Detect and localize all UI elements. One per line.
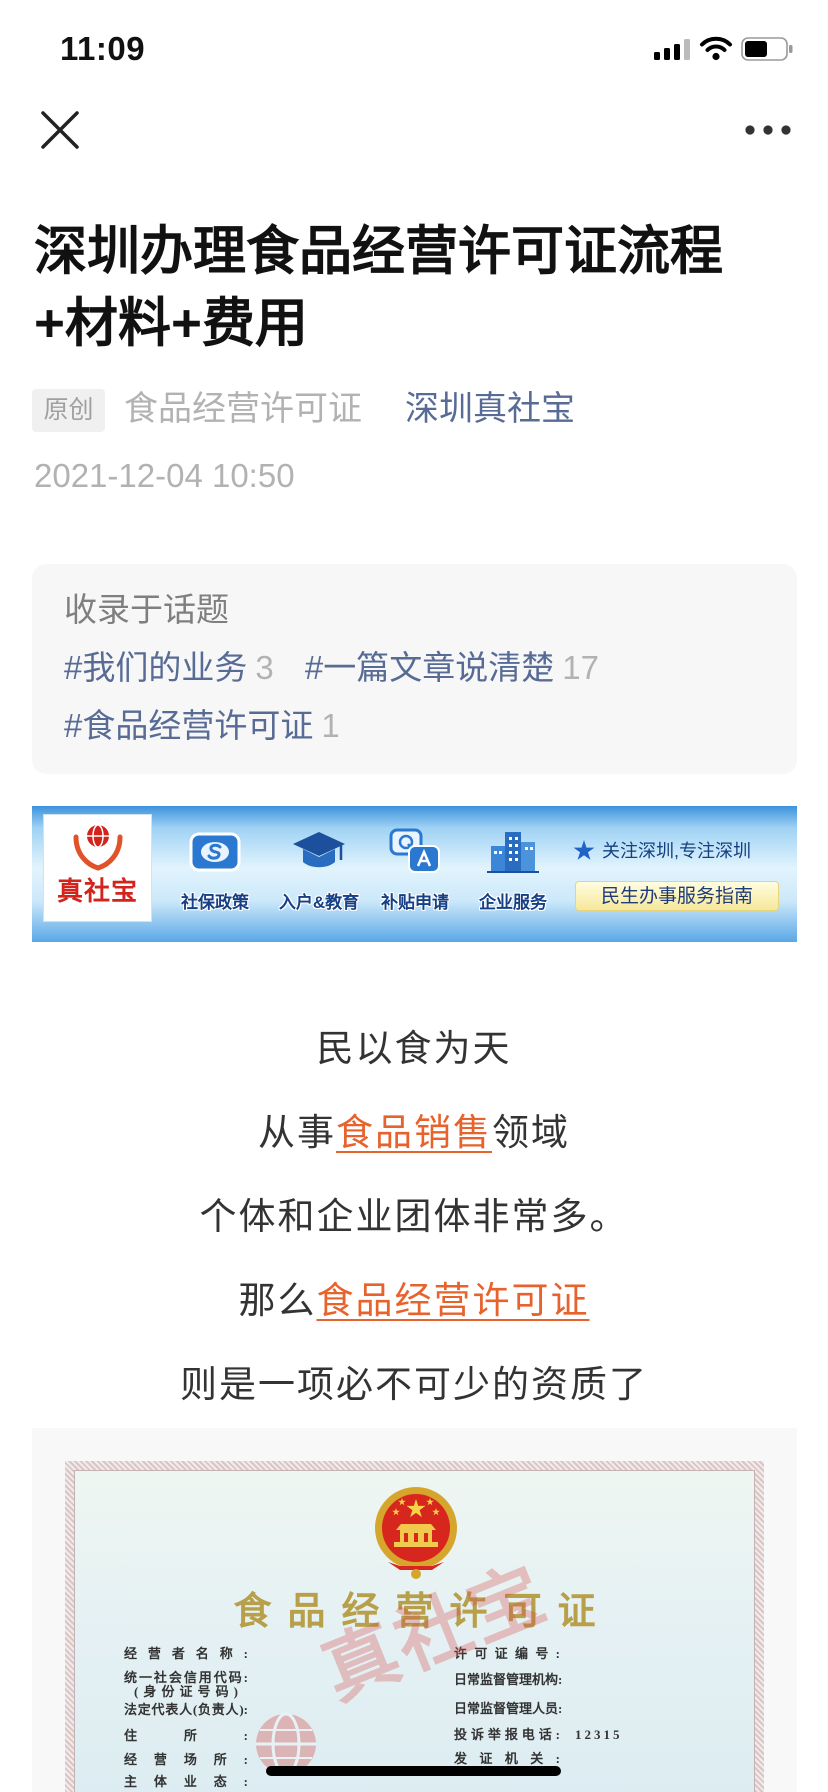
body-line: 那么食品经营许可证 bbox=[0, 1271, 828, 1331]
cert-field-label: 住所: bbox=[124, 1728, 248, 1743]
star-icon bbox=[573, 840, 595, 860]
topic-tag[interactable]: #一篇文章说清楚 17 bbox=[305, 639, 599, 697]
cert-field-label: 经营场所: bbox=[124, 1752, 248, 1767]
globe-hands-logo bbox=[73, 824, 123, 871]
banner-item-label: 社保政策 bbox=[181, 893, 249, 912]
cert-field-supervision-agency: 日常监督管理机构: bbox=[454, 1672, 563, 1688]
topic-tag-count: 1 bbox=[321, 707, 340, 744]
topic-tag-count: 17 bbox=[562, 649, 599, 686]
banner-item-enterprise: 企业服务 bbox=[463, 820, 563, 932]
topics-card: 收录于话题 #我们的业务 3 #一篇文章说清楚 17 #食品经营许可证 1 bbox=[32, 564, 797, 774]
home-indicator[interactable] bbox=[266, 1766, 561, 1776]
topic-tag-label: #食品经营许可证 bbox=[64, 707, 314, 744]
certificate-image[interactable]: 食品经营许可证 经营者名称: 统一社会信用代码: (身份证号码) 法定代表人(负… bbox=[65, 1461, 764, 1792]
cert-field-label: 法定代表人(负责人): bbox=[124, 1702, 248, 1717]
body-text: 那么 bbox=[238, 1280, 317, 1321]
cert-field-premises: 经营场所: bbox=[124, 1752, 248, 1768]
wifi-icon bbox=[700, 36, 732, 61]
cert-field-id-number: (身份证号码) bbox=[124, 1684, 248, 1700]
body-line: 个体和企业团体非常多。 bbox=[199, 1196, 629, 1237]
topic-tag-label: #我们的业务 bbox=[64, 649, 248, 686]
body-text: 领域 bbox=[492, 1112, 570, 1153]
close-icon bbox=[41, 111, 79, 149]
banner-guide-label: 民生办事服务指南 bbox=[575, 881, 779, 911]
topic-tag[interactable]: #食品经营许可证 1 bbox=[64, 697, 340, 755]
cert-field-label: 经营者名称: bbox=[124, 1646, 248, 1661]
cert-field-legal-rep: 法定代表人(负责人): bbox=[124, 1702, 248, 1718]
social-security-card-icon bbox=[189, 832, 241, 872]
cert-complaint-phone-value: 12315 bbox=[575, 1727, 623, 1742]
banner-item-subsidy: 补贴申请 bbox=[365, 820, 465, 932]
more-button[interactable] bbox=[743, 120, 793, 140]
banner-slogan: 关注深圳,专注深圳 bbox=[602, 841, 752, 861]
food-sales-link[interactable]: 食品销售 bbox=[336, 1112, 492, 1153]
cert-field-label: 主体业态: bbox=[124, 1774, 248, 1789]
cert-field-operator-name: 经营者名称: bbox=[124, 1646, 248, 1662]
status-time: 11:09 bbox=[60, 30, 146, 67]
body-text: 从事 bbox=[258, 1112, 336, 1153]
original-tag: 原创 bbox=[32, 389, 105, 432]
body-line: 从事食品销售领域 bbox=[0, 1103, 828, 1163]
article-title-line: 深圳办理食品经营许可证流程 bbox=[34, 222, 723, 281]
topic-tag[interactable]: #我们的业务 3 bbox=[64, 639, 274, 697]
account-name-link[interactable]: 深圳真社宝 bbox=[405, 386, 575, 432]
signal-icon bbox=[654, 38, 694, 60]
header-banner-image[interactable]: 真社宝 社保政策 入户&教育 补贴申请 企业服务 关注深圳,专注深圳 民生办事服… bbox=[32, 806, 797, 942]
cert-field-address: 住所: bbox=[124, 1728, 248, 1744]
cert-field-label: 日常监督管理人员: bbox=[454, 1701, 563, 1716]
publish-date: 2021-12-04 10:50 bbox=[34, 457, 295, 494]
graduation-cap-icon bbox=[293, 832, 345, 868]
watermark-globe-logo bbox=[256, 1712, 316, 1776]
topic-tag-count: 3 bbox=[255, 649, 274, 686]
cert-field-issuer: 发证机关: bbox=[454, 1751, 560, 1767]
more-icon bbox=[745, 125, 791, 135]
cert-field-label: 日常监督管理机构: bbox=[454, 1672, 563, 1687]
cert-field-label: 投诉举报电话: bbox=[454, 1727, 560, 1742]
category-link[interactable]: 食品经营许可证 bbox=[124, 386, 362, 432]
banner-item-education: 入户&教育 bbox=[269, 820, 369, 932]
food-license-link[interactable]: 食品经营许可证 bbox=[317, 1280, 590, 1321]
topic-tag-label: #一篇文章说清楚 bbox=[304, 649, 555, 686]
battery-icon bbox=[741, 37, 793, 61]
topics-list: #我们的业务 3 #一篇文章说清楚 17 #食品经营许可证 1 bbox=[64, 639, 764, 755]
buildings-icon bbox=[487, 832, 539, 873]
body-line: 则是一项必不可少的资质了 bbox=[180, 1364, 648, 1405]
article-title-line: +材料+费用 bbox=[34, 294, 308, 353]
banner-logo-text: 真社宝 bbox=[56, 876, 138, 906]
banner-item-social-security: 社保政策 bbox=[165, 820, 265, 932]
cert-field-supervisor: 日常监督管理人员: bbox=[454, 1701, 563, 1717]
cert-field-complaint-phone: 投诉举报电话: bbox=[454, 1727, 560, 1743]
article-title: 深圳办理食品经营许可证流程 +材料+费用 bbox=[34, 216, 804, 360]
topics-heading: 收录于话题 bbox=[64, 591, 229, 628]
close-button[interactable] bbox=[38, 108, 82, 152]
banner-logo: 真社宝 bbox=[43, 814, 152, 922]
body-line: 民以食为天 bbox=[316, 1028, 512, 1069]
national-emblem bbox=[375, 1487, 457, 1579]
cert-field-business-type: 主体业态: bbox=[124, 1774, 248, 1790]
qa-bubbles-icon bbox=[389, 828, 440, 873]
cert-field-label: 发证机关: bbox=[454, 1751, 560, 1766]
cert-field-label: (身份证号码) bbox=[134, 1684, 238, 1699]
banner-item-label: 企业服务 bbox=[479, 893, 547, 912]
